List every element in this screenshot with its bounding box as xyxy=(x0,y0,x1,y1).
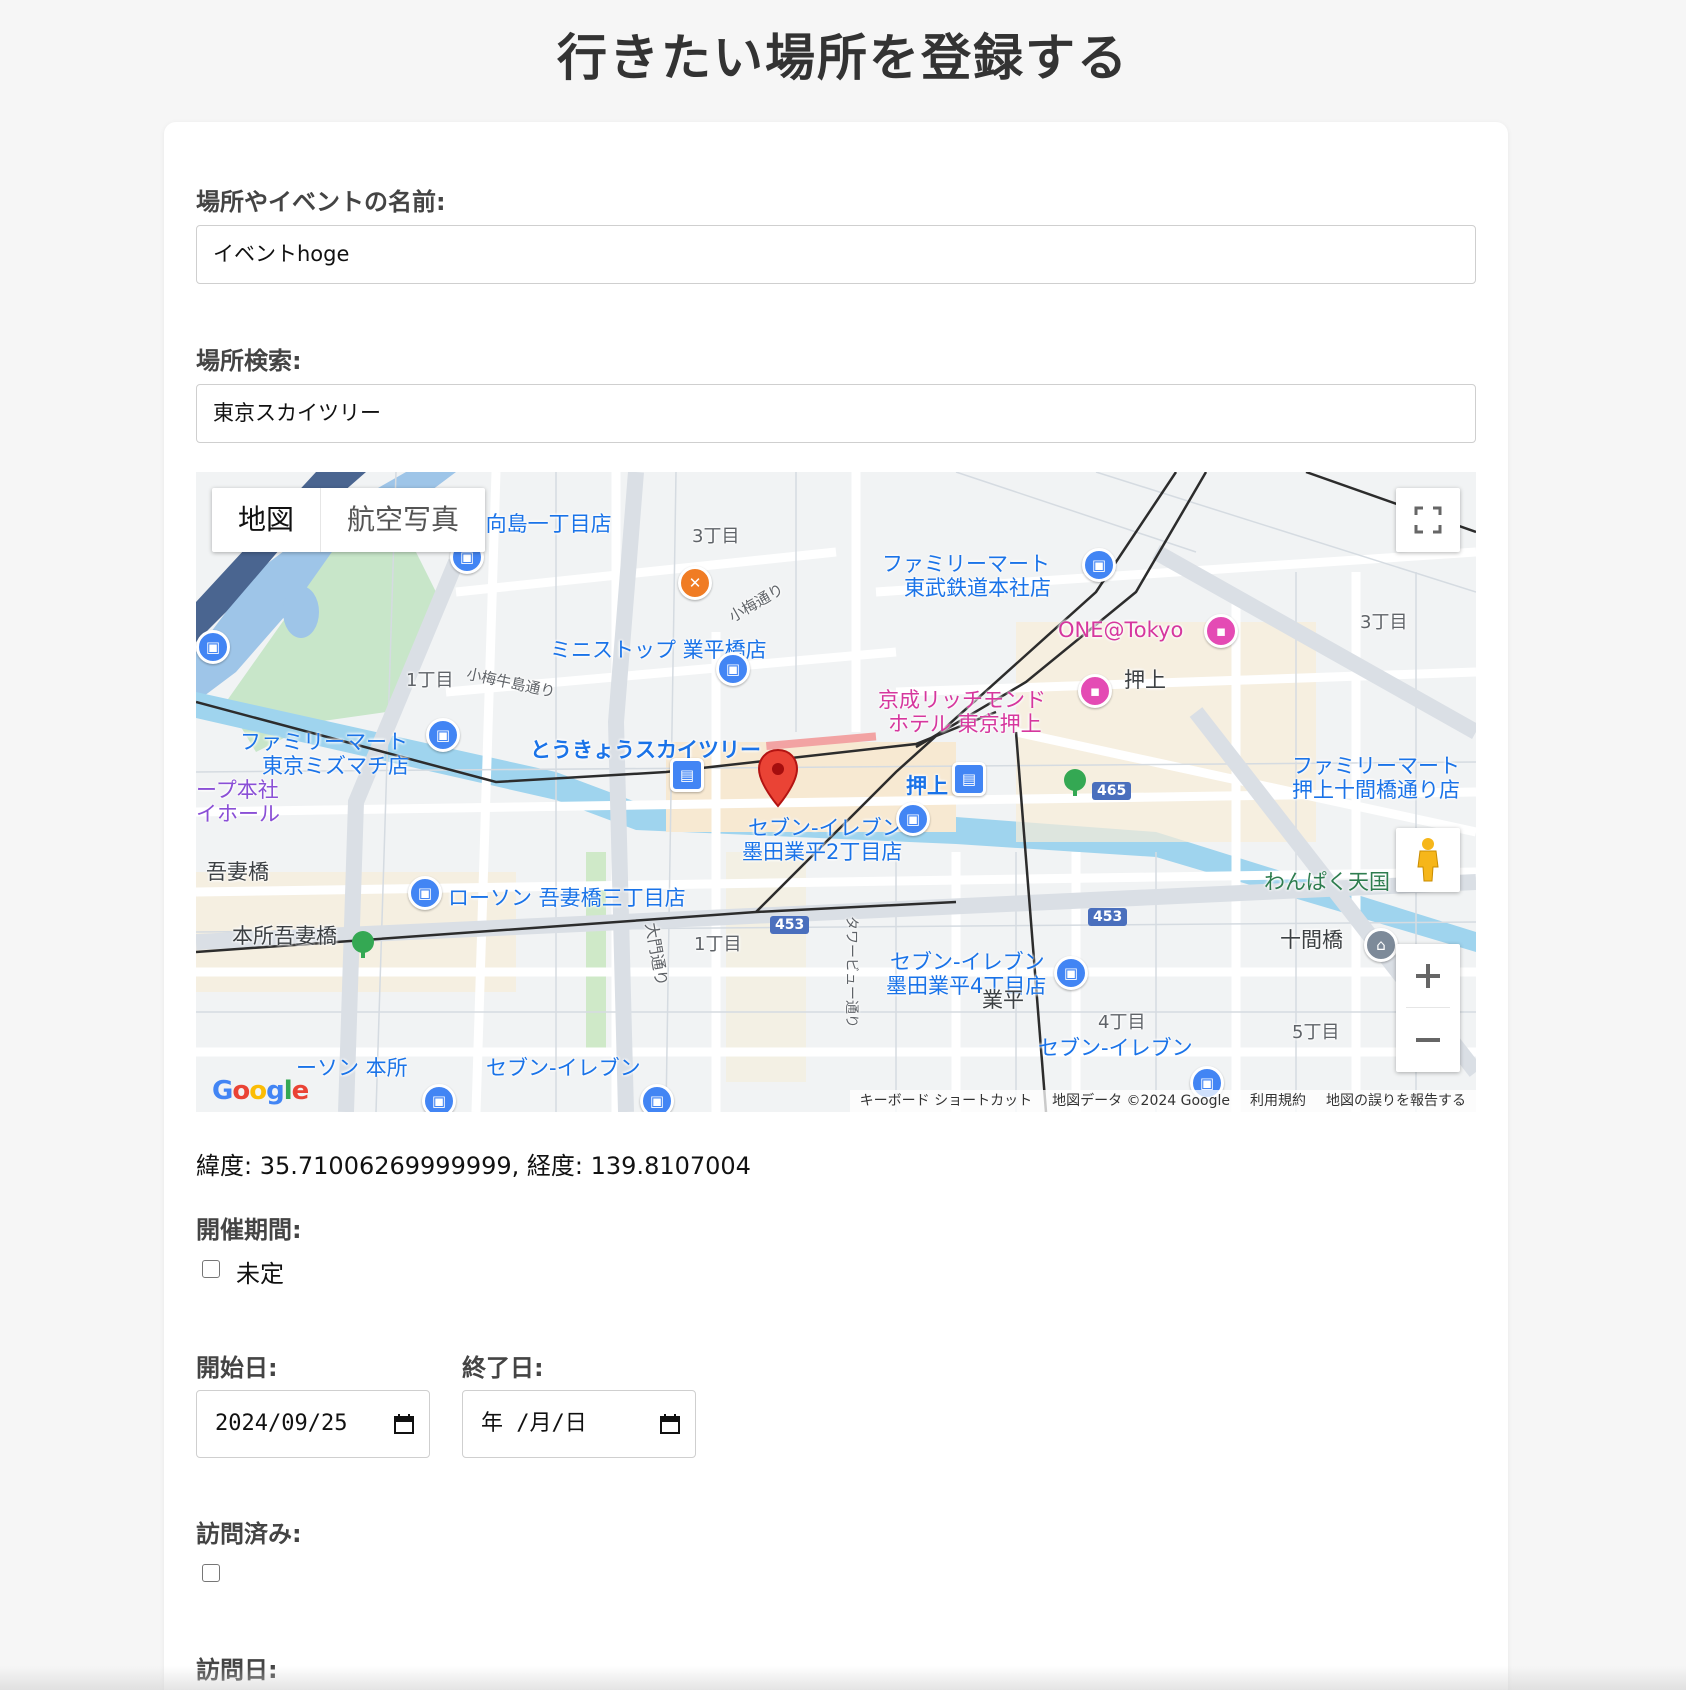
start-date-label: 開始日: xyxy=(196,1354,278,1382)
end-date-value: 年 /月/日 xyxy=(481,1411,587,1436)
fullscreen-icon xyxy=(1414,506,1442,534)
map-type-control: 地図 航空写真 xyxy=(212,488,486,552)
report-error-link[interactable]: 地図の誤りを報告する xyxy=(1326,1090,1466,1112)
map-label: セブン-イレブン xyxy=(1038,1036,1193,1060)
train-station-icon[interactable]: ▤ xyxy=(670,758,704,792)
map-label: ホテル 東京押上 xyxy=(888,712,1042,736)
store-icon[interactable]: ▣ xyxy=(426,718,460,752)
bottom-fade xyxy=(0,1666,1686,1690)
hotel-icon[interactable]: ▪ xyxy=(1078,674,1112,708)
route-shield: 465 xyxy=(1092,782,1132,800)
end-date-input[interactable]: 年 /月/日 xyxy=(462,1390,696,1458)
name-label: 場所やイベントの名前: xyxy=(196,188,446,216)
map-label: タワービュー通り xyxy=(843,916,859,1028)
name-input[interactable]: イベントhoge xyxy=(196,225,1476,284)
search-label: 場所検索: xyxy=(196,347,302,375)
map-label: ONE@Tokyo xyxy=(1058,618,1184,642)
form-card: 場所やイベントの名前: イベントhoge 場所検索: 東京スカイツリー ン 向島… xyxy=(164,122,1508,1690)
map-label: 業平 xyxy=(982,988,1024,1012)
store-icon[interactable]: ▣ xyxy=(1082,548,1116,582)
store-icon[interactable]: ▣ xyxy=(422,1084,456,1112)
store-icon[interactable]: ▣ xyxy=(196,630,230,664)
park-icon xyxy=(1064,769,1086,796)
store-icon[interactable]: ▣ xyxy=(716,652,750,686)
coordinates-text: 緯度: 35.71006269999999, 経度: 139.8107004 xyxy=(196,1152,751,1180)
location-marker-icon[interactable] xyxy=(756,748,800,810)
calendar-icon[interactable] xyxy=(393,1413,415,1435)
start-date-value: 2024/09/25 xyxy=(215,1411,348,1436)
fullscreen-button[interactable] xyxy=(1396,488,1460,552)
map-label: 1丁目 xyxy=(406,670,454,691)
pegman-icon xyxy=(1417,838,1439,882)
map-label: 押上 xyxy=(1124,668,1166,692)
map-label: 5丁目 xyxy=(1292,1022,1340,1043)
map-view[interactable]: ン 向島一丁目店 3丁目 ファミリーマート 東武鉄道本社店 小梅通り ミニストッ… xyxy=(196,472,1476,1112)
zoom-in-button[interactable] xyxy=(1396,944,1460,1008)
period-label: 開催期間: xyxy=(196,1216,302,1244)
train-station-icon[interactable]: ▤ xyxy=(952,762,986,796)
calendar-icon[interactable] xyxy=(659,1413,681,1435)
zoom-out-button[interactable] xyxy=(1396,1008,1460,1072)
map-label: 東武鉄道本社店 xyxy=(904,576,1051,600)
store-icon[interactable]: ▣ xyxy=(640,1084,674,1112)
map-label: 4丁目 xyxy=(1098,1012,1146,1033)
end-date-label: 終了日: xyxy=(462,1354,544,1382)
park-icon xyxy=(352,931,374,958)
plus-icon xyxy=(1416,964,1440,988)
map-label: 1丁目 xyxy=(694,934,742,955)
undecided-label: 未定 xyxy=(236,1260,284,1288)
start-date-input[interactable]: 2024/09/25 xyxy=(196,1390,430,1458)
map-attribution: キーボード ショートカット 地図データ ©2024 Google 利用規約 地図… xyxy=(849,1090,1476,1112)
map-label: イホール xyxy=(196,802,280,826)
map-label: 東京ミズマチ店 xyxy=(262,754,409,778)
map-label: ーソン 本所 xyxy=(296,1056,408,1080)
hotel-icon[interactable]: ▪ xyxy=(1204,614,1238,648)
map-label: 3丁目 xyxy=(692,526,740,547)
map-canvas[interactable] xyxy=(196,472,1476,1112)
google-logo: Google xyxy=(212,1076,309,1106)
map-label: とうきょうスカイツリー xyxy=(530,738,761,762)
terms-link[interactable]: 利用規約 xyxy=(1250,1090,1306,1112)
undecided-checkbox[interactable] xyxy=(202,1260,220,1278)
map-type-satellite-button[interactable]: 航空写真 xyxy=(320,488,485,552)
map-label: わんぱく天国 xyxy=(1264,870,1390,894)
map-label: 押上 xyxy=(906,774,948,798)
street-view-button[interactable] xyxy=(1396,828,1460,892)
page-title: 行きたい場所を登録する xyxy=(557,29,1129,87)
visited-label: 訪問済み: xyxy=(196,1520,302,1548)
map-label: 押上十間橋通り店 xyxy=(1292,778,1460,802)
map-label: 墨田業平2丁目店 xyxy=(742,840,903,864)
landmark-icon[interactable]: ⌂ xyxy=(1364,928,1398,962)
store-icon[interactable]: ▣ xyxy=(896,802,930,836)
map-label: 3丁目 xyxy=(1360,612,1408,633)
map-label: ローソン 吾妻橋三丁目店 xyxy=(448,886,686,910)
map-label: 十間橋 xyxy=(1280,928,1343,952)
map-label: セブン-イレブン xyxy=(486,1056,641,1080)
map-label: 吾妻橋 xyxy=(206,860,269,884)
visited-checkbox[interactable] xyxy=(202,1564,220,1582)
store-icon[interactable]: ▣ xyxy=(1054,956,1088,990)
store-icon[interactable]: ▣ xyxy=(408,876,442,910)
search-input[interactable]: 東京スカイツリー xyxy=(196,384,1476,443)
route-shield: 453 xyxy=(770,916,810,934)
restaurant-icon[interactable]: ✕ xyxy=(678,566,712,600)
map-data-text: 地図データ ©2024 Google xyxy=(1052,1093,1230,1109)
zoom-control xyxy=(1396,944,1460,1072)
keyboard-shortcuts-link[interactable]: キーボード ショートカット xyxy=(860,1090,1032,1112)
map-label: 本所吾妻橋 xyxy=(232,924,337,948)
route-shield: 453 xyxy=(1088,908,1128,926)
map-type-map-button[interactable]: 地図 xyxy=(212,488,320,552)
minus-icon xyxy=(1416,1038,1440,1042)
